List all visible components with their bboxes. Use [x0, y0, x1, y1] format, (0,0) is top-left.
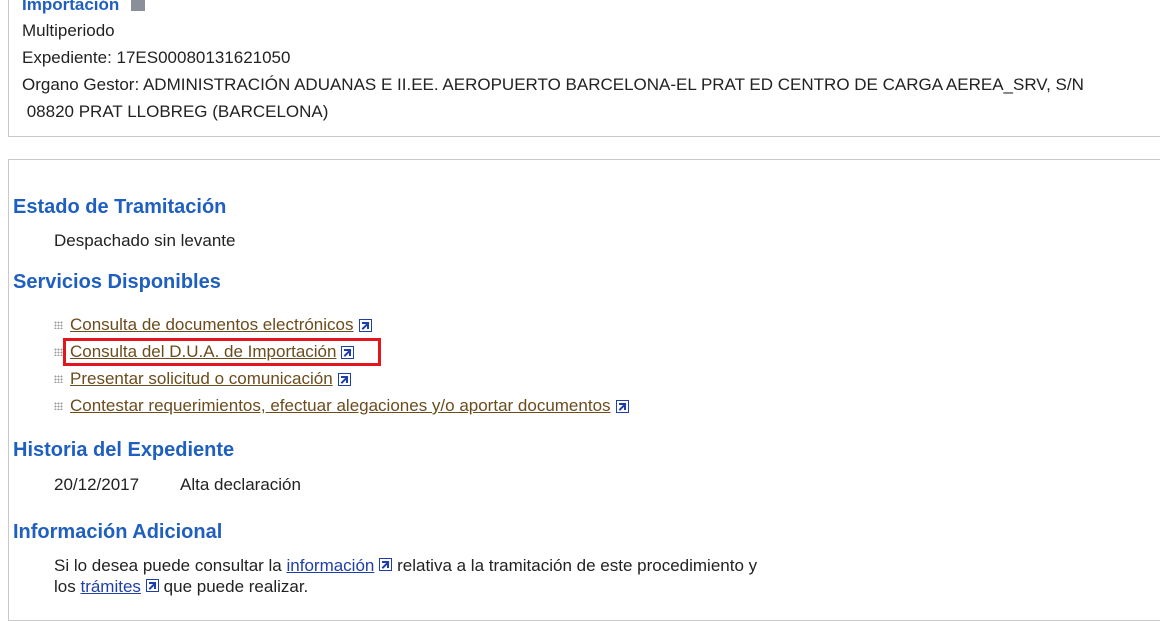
bullet-icon [54, 402, 63, 410]
organo-gestor-line1: Organo Gestor: ADMINISTRACIÓN ADUANAS E … [22, 75, 1084, 94]
service-link-solicitud[interactable]: Presentar solicitud o comunicación [70, 369, 333, 389]
procedure-title-text: Importación [22, 0, 120, 14]
tramites-link[interactable]: trámites [80, 577, 140, 596]
organo-gestor-line2: 08820 PRAT LLOBREG (BARCELONA) [22, 102, 329, 121]
info-paragraph-line1: Si lo desea puede consultar la informaci… [54, 556, 757, 576]
info-adicional-heading: Información Adicional [13, 521, 223, 543]
info-text: Si lo desea puede consultar la [54, 556, 282, 575]
service-item: Presentar solicitud o comunicación [54, 368, 351, 390]
external-link-icon[interactable] [337, 372, 351, 386]
estado-heading: Estado de Tramitación [13, 196, 227, 218]
external-link-icon[interactable] [615, 399, 629, 413]
bullet-icon [54, 348, 63, 356]
service-link-requerimientos[interactable]: Contestar requerimientos, efectuar alega… [70, 396, 611, 416]
bullet-icon [54, 375, 63, 383]
procedure-subtitle: Multiperiodo [22, 21, 115, 40]
procedure-info-icon[interactable] [131, 0, 146, 11]
info-text: que puede realizar. [163, 577, 309, 596]
external-link-icon[interactable] [379, 558, 393, 571]
expediente-detail-panel [8, 159, 1160, 621]
info-text: relativa a la tramitación de este proced… [397, 556, 758, 575]
informacion-link[interactable]: información [287, 556, 375, 575]
estado-value: Despachado sin levante [54, 231, 236, 250]
service-item: Contestar requerimientos, efectuar alega… [54, 395, 629, 417]
expediente-number: Expediente: 17ES00080131621050 [22, 48, 291, 67]
historia-heading: Historia del Expediente [13, 439, 235, 461]
history-date: 20/12/2017 [54, 475, 140, 494]
service-item: Consulta de documentos electrónicos [54, 314, 372, 336]
servicios-heading: Servicios Disponibles [13, 271, 221, 293]
external-link-icon[interactable] [145, 579, 159, 592]
bullet-icon [54, 321, 63, 329]
highlight-box [63, 338, 381, 366]
procedure-info-panel: Importación Multiperiodo Expediente: 17E… [8, 0, 1160, 137]
service-link-documentos[interactable]: Consulta de documentos electrónicos [70, 315, 354, 335]
procedure-title: Importación [22, 0, 146, 15]
external-link-icon[interactable] [358, 318, 372, 332]
history-description: Alta declaración [180, 475, 301, 494]
info-text: los [54, 577, 76, 596]
info-paragraph-line2: los trámites que puede realizar. [54, 577, 308, 597]
